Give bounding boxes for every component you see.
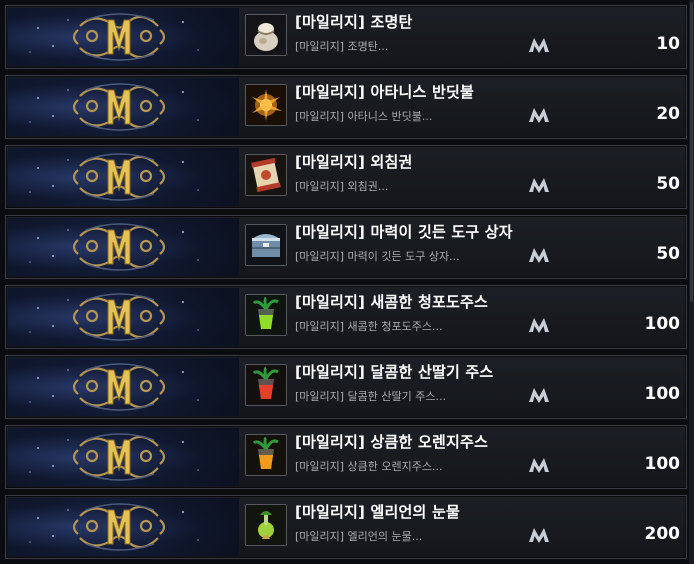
- shop-item-row[interactable]: [마일리지] 달콤한 산딸기 주스 [마일리지] 달콤한 산딸기 주스... 100: [5, 355, 687, 419]
- item-title: [마일리지] 상큼한 오렌지주스: [295, 433, 488, 451]
- firefly-spark-icon: [245, 84, 287, 126]
- item-description: [마일리지] 엘리언의 눈물...: [295, 530, 423, 543]
- mileage-m-icon: [528, 247, 550, 263]
- mileage-m-banner-icon: [8, 288, 239, 346]
- item-description: [마일리지] 외침권...: [295, 180, 389, 193]
- mileage-m-icon: [528, 457, 550, 473]
- item-price: 100: [644, 314, 681, 334]
- item-description: [마일리지] 상큼한 오렌지주스...: [295, 460, 443, 473]
- shop-item-row[interactable]: [마일리지] 아타니스 반딧불 [마일리지] 아타니스 반딧불... 20: [5, 75, 687, 139]
- item-title: [마일리지] 새콤한 청포도주스: [295, 293, 488, 311]
- mileage-m-icon: [528, 107, 550, 123]
- item-description: [마일리지] 아타니스 반딧불...: [295, 110, 433, 123]
- item-price: 200: [644, 524, 681, 544]
- item-price: 100: [644, 454, 681, 474]
- item-price: 10: [656, 34, 680, 54]
- item-description: [마일리지] 새콤한 청포도주스...: [295, 320, 443, 333]
- shop-item-row[interactable]: [마일리지] 새콤한 청포도주스 [마일리지] 새콤한 청포도주스... 100: [5, 285, 687, 349]
- item-title: [마일리지] 달콤한 산딸기 주스: [295, 363, 494, 381]
- mileage-m-icon: [528, 317, 550, 333]
- mileage-m-icon: [528, 527, 550, 543]
- mileage-m-banner-icon: [8, 498, 239, 556]
- item-price: 20: [656, 104, 680, 124]
- mileage-m-banner-icon: [8, 428, 239, 486]
- item-title: [마일리지] 엘리언의 눈물: [295, 503, 460, 521]
- item-description: [마일리지] 마력이 깃든 도구 상자...: [295, 250, 460, 263]
- mileage-m-icon: [528, 387, 550, 403]
- item-title: [마일리지] 외침권: [295, 153, 413, 171]
- shop-item-row[interactable]: [마일리지] 외침권 [마일리지] 외침권... 50: [5, 145, 687, 209]
- shop-item-row[interactable]: [마일리지] 마력이 깃든 도구 상자 [마일리지] 마력이 깃든 도구 상자..…: [5, 215, 687, 279]
- scrollbar-thumb[interactable]: [690, 2, 693, 302]
- item-description: [마일리지] 달콤한 산딸기 주스...: [295, 390, 447, 403]
- mileage-m-banner-icon: [8, 358, 239, 416]
- mileage-m-banner-icon: [8, 218, 239, 276]
- mileage-m-icon: [528, 177, 550, 193]
- item-price: 50: [656, 244, 680, 264]
- mileage-shop-list: [마일리지] 조명탄 [마일리지] 조명탄... 10 [마일리지] 아타니스 반딧불…: [0, 0, 694, 564]
- shop-item-row[interactable]: [마일리지] 조명탄 [마일리지] 조명탄... 10: [5, 5, 687, 69]
- item-price: 50: [656, 174, 680, 194]
- mileage-m-banner-icon: [8, 8, 239, 66]
- item-title: [마일리지] 아타니스 반딧불: [295, 83, 474, 101]
- green-juice-icon: [245, 294, 287, 336]
- shop-item-row[interactable]: [마일리지] 엘리언의 눈물 [마일리지] 엘리언의 눈물... 200: [5, 495, 687, 559]
- mileage-m-icon: [528, 37, 550, 53]
- item-price: 100: [644, 384, 681, 404]
- mileage-m-banner-icon: [8, 78, 239, 136]
- flare-pouch-icon: [245, 14, 287, 56]
- tear-potion-icon: [245, 504, 287, 546]
- red-juice-icon: [245, 364, 287, 406]
- mileage-m-banner-icon: [8, 148, 239, 206]
- shout-scroll-icon: [245, 154, 287, 196]
- item-title: [마일리지] 조명탄: [295, 13, 413, 31]
- shop-item-row[interactable]: [마일리지] 상큼한 오렌지주스 [마일리지] 상큼한 오렌지주스... 100: [5, 425, 687, 489]
- item-title: [마일리지] 마력이 깃든 도구 상자: [295, 223, 513, 241]
- toolbox-chest-icon: [245, 224, 287, 266]
- orange-juice-icon: [245, 434, 287, 476]
- item-description: [마일리지] 조명탄...: [295, 40, 389, 53]
